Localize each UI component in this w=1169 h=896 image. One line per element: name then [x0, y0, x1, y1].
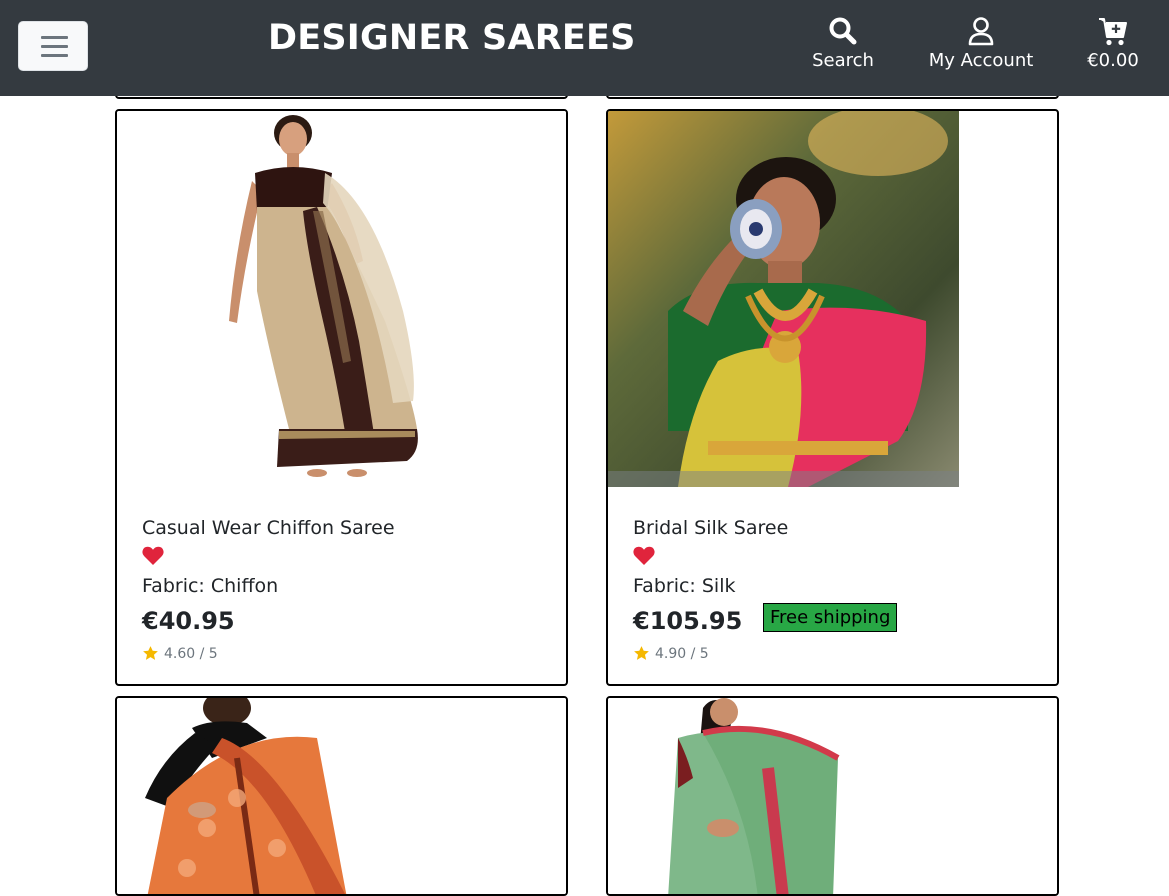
rating-value: 4.90 / 5	[655, 645, 709, 662]
heart-icon[interactable]	[142, 545, 164, 567]
free-shipping-badge: Free shipping	[763, 603, 898, 632]
product-rating: 4.60 / 5	[142, 645, 546, 662]
product-name[interactable]: Bridal Silk Saree	[633, 515, 1037, 541]
product-rating: 4.90 / 5	[633, 645, 1037, 662]
hamburger-line	[41, 54, 68, 57]
user-icon	[968, 17, 994, 46]
product-price: €40.95	[142, 607, 235, 635]
product-name[interactable]: Casual Wear Chiffon Saree	[142, 515, 546, 541]
my-account-link[interactable]: My Account	[922, 14, 1040, 71]
account-label: My Account	[928, 50, 1034, 71]
hamburger-line	[41, 36, 68, 39]
product-fabric: Fabric: Chiffon	[142, 575, 279, 597]
product-image[interactable]	[117, 111, 566, 511]
menu-toggle-button[interactable]	[18, 21, 88, 71]
heart-icon[interactable]	[633, 545, 655, 567]
cart-link[interactable]: €0.00	[1078, 14, 1148, 71]
hamburger-line	[41, 45, 68, 48]
product-fabric: Fabric: Silk	[633, 575, 736, 597]
search-label: Search	[812, 50, 874, 71]
search-link[interactable]: Search	[800, 14, 886, 71]
cart-plus-icon	[1099, 18, 1127, 46]
product-image[interactable]	[117, 698, 566, 896]
product-image[interactable]	[608, 111, 959, 487]
cart-total: €0.00	[1087, 50, 1139, 71]
product-card[interactable]	[606, 696, 1059, 896]
star-icon	[634, 646, 649, 660]
search-icon	[829, 17, 857, 45]
product-image[interactable]	[608, 698, 1057, 896]
product-price: €105.95	[633, 607, 743, 635]
top-navbar: DESIGNER SAREES Search My Account €0.00	[0, 0, 1169, 96]
star-icon	[143, 646, 158, 660]
product-card[interactable]	[115, 696, 568, 896]
site-brand[interactable]: DESIGNER SAREES	[268, 18, 636, 58]
product-card[interactable]: Bridal Silk Saree Fabric: Silk €105.95 F…	[606, 109, 1059, 686]
product-card[interactable]: Casual Wear Chiffon Saree Fabric: Chiffo…	[115, 109, 568, 686]
rating-value: 4.60 / 5	[164, 645, 218, 662]
